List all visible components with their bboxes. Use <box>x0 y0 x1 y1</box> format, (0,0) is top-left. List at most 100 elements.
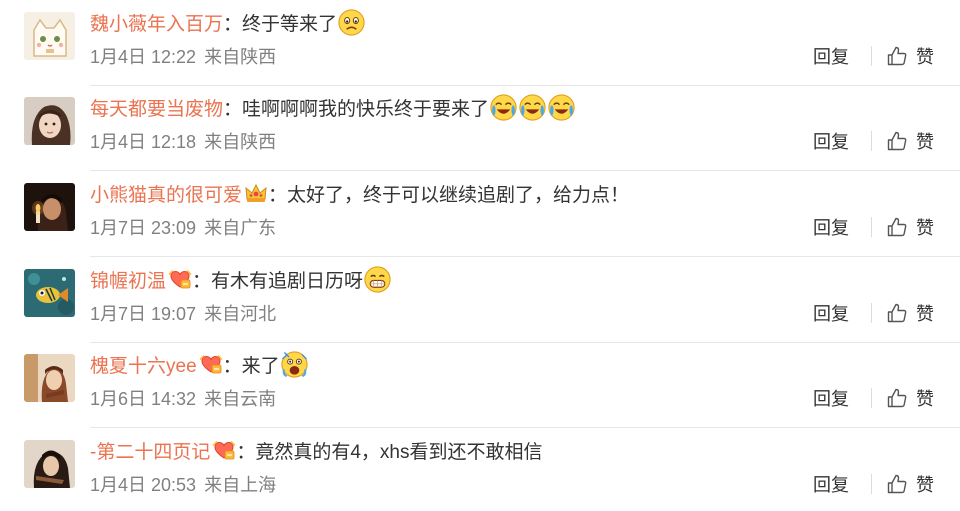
comment-content: 锦幄初温 ： 有木有追剧日历呀 <box>90 263 392 295</box>
username-link[interactable]: 锦幄初温 <box>90 266 166 293</box>
comment-item: -第二十四页记 ： 竟然真的有4，xhs看到还不敢相信 1月4日 20:53 来… <box>0 428 960 511</box>
comment-actions: 回复 赞 <box>813 127 934 155</box>
like-label: 赞 <box>916 304 934 324</box>
location: 来自陕西 <box>204 47 277 67</box>
colon: ： <box>223 13 243 35</box>
username-link[interactable]: -第二十四页记 <box>90 437 210 464</box>
comment-text: 有木有追剧日历呀 <box>211 270 364 292</box>
location: 来自上海 <box>204 475 277 495</box>
comment-item: 槐夏十六yee ： 来了 1月6日 14:32 来自云南 回复 赞 <box>0 342 960 428</box>
like-label: 赞 <box>916 389 934 409</box>
colon: ： <box>192 270 212 292</box>
crying-laugh-emoji-icon <box>489 93 518 122</box>
like-button[interactable]: 赞 <box>886 214 934 240</box>
comment-text: 竟然真的有4，xhs看到还不敢相信 <box>255 441 543 463</box>
like-button[interactable]: 赞 <box>886 43 934 69</box>
thumbs-up-icon <box>886 130 908 152</box>
comment-text: 太好了，终于可以继续追剧了，给力点！ <box>287 184 630 206</box>
action-divider <box>871 388 872 408</box>
timestamp: 1月7日 23:09 <box>90 218 197 238</box>
location: 来自河北 <box>204 304 277 324</box>
comment-content: 槐夏十六yee ： 来了 <box>90 348 309 380</box>
comment-meta: 1月4日 12:18 来自陕西 <box>90 127 276 155</box>
colon: ： <box>268 184 288 206</box>
colon: ： <box>222 355 242 377</box>
comment-actions: 回复 赞 <box>813 384 934 412</box>
reply-button[interactable]: 回复 <box>813 385 849 411</box>
comment-content: -第二十四页记 ： 竟然真的有4，xhs看到还不敢相信 <box>90 434 542 466</box>
thumbs-up-icon <box>886 473 908 495</box>
like-label: 赞 <box>916 132 934 152</box>
username-link[interactable]: 魏小薇年入百万 <box>90 9 223 36</box>
crying-laugh-emoji-icon <box>547 93 576 122</box>
username-link[interactable]: 槐夏十六yee <box>90 351 197 378</box>
thumbs-up-icon <box>886 387 908 409</box>
heart-badge-icon[interactable] <box>168 268 192 290</box>
avatar[interactable] <box>24 269 75 317</box>
timestamp: 1月4日 12:18 <box>90 132 197 152</box>
like-button[interactable]: 赞 <box>886 471 934 497</box>
thumbs-up-icon <box>886 302 908 324</box>
comment-item: 锦幄初温 ： 有木有追剧日历呀 1月7日 19:07 来自河北 回复 赞 <box>0 257 960 343</box>
comment-content: 每天都要当废物 ： 哇啊啊啊我的快乐终于要来了 <box>90 91 576 123</box>
timestamp: 1月6日 14:32 <box>90 389 197 409</box>
action-divider <box>871 217 872 237</box>
grin-emoji-icon <box>363 265 392 294</box>
comment-actions: 回复 赞 <box>813 213 934 241</box>
fish-art-avatar-image <box>24 269 75 317</box>
thumbs-up-icon <box>886 45 908 67</box>
girl-photo-avatar-image <box>24 97 75 145</box>
like-label: 赞 <box>916 475 934 495</box>
woman-photo-avatar-image <box>24 354 75 402</box>
avatar[interactable] <box>24 12 75 60</box>
comment-text: 来了 <box>241 355 280 377</box>
colon: ： <box>236 441 256 463</box>
location: 来自广东 <box>204 218 277 238</box>
dark-photo-avatar-image <box>24 440 75 488</box>
action-divider <box>871 46 872 66</box>
like-button[interactable]: 赞 <box>886 385 934 411</box>
candle-photo-avatar-image <box>24 183 75 231</box>
reply-button[interactable]: 回复 <box>813 300 849 326</box>
action-divider <box>871 131 872 151</box>
comment-actions: 回复 赞 <box>813 299 934 327</box>
comment-actions: 回复 赞 <box>813 42 934 70</box>
comment-actions: 回复 赞 <box>813 470 934 498</box>
reply-button[interactable]: 回复 <box>813 214 849 240</box>
avatar[interactable] <box>24 97 75 145</box>
cat-avatar-image <box>24 12 75 60</box>
action-divider <box>871 303 872 323</box>
shock-emoji-icon <box>280 350 309 379</box>
comment-item: 魏小薇年入百万 ： 终于等来了 1月4日 12:22 来自陕西 回复 赞 <box>0 0 960 86</box>
location: 来自云南 <box>204 389 277 409</box>
location: 来自陕西 <box>204 132 277 152</box>
comment-content: 小熊猫真的很可爱 ： 太好了，终于可以继续追剧了，给力点！ <box>90 177 629 209</box>
avatar[interactable] <box>24 183 75 231</box>
thumbs-up-icon <box>886 216 908 238</box>
reply-button[interactable]: 回复 <box>813 471 849 497</box>
avatar[interactable] <box>24 354 75 402</box>
timestamp: 1月4日 12:22 <box>90 47 197 67</box>
like-button[interactable]: 赞 <box>886 128 934 154</box>
frown-emoji-icon <box>337 8 366 37</box>
reply-button[interactable]: 回复 <box>813 43 849 69</box>
comment-meta: 1月6日 14:32 来自云南 <box>90 384 276 412</box>
username-link[interactable]: 小熊猫真的很可爱 <box>90 180 242 207</box>
action-divider <box>871 474 872 494</box>
comment-meta: 1月7日 19:07 来自河北 <box>90 299 276 327</box>
comment-meta: 1月4日 20:53 来自上海 <box>90 470 276 498</box>
crown-badge-icon[interactable] <box>244 182 268 204</box>
heart-badge-icon[interactable] <box>212 439 236 461</box>
comment-meta: 1月7日 23:09 来自广东 <box>90 213 276 241</box>
heart-badge-icon[interactable] <box>199 353 223 375</box>
avatar[interactable] <box>24 440 75 488</box>
colon: ： <box>223 98 243 120</box>
like-button[interactable]: 赞 <box>886 300 934 326</box>
comment-item: 小熊猫真的很可爱 ： 太好了，终于可以继续追剧了，给力点！ 1月7日 23:09… <box>0 171 960 257</box>
timestamp: 1月4日 20:53 <box>90 475 197 495</box>
username-link[interactable]: 每天都要当废物 <box>90 94 223 121</box>
comment-text: 哇啊啊啊我的快乐终于要来了 <box>242 98 490 120</box>
reply-button[interactable]: 回复 <box>813 128 849 154</box>
crying-laugh-emoji-icon <box>518 93 547 122</box>
like-label: 赞 <box>916 47 934 67</box>
